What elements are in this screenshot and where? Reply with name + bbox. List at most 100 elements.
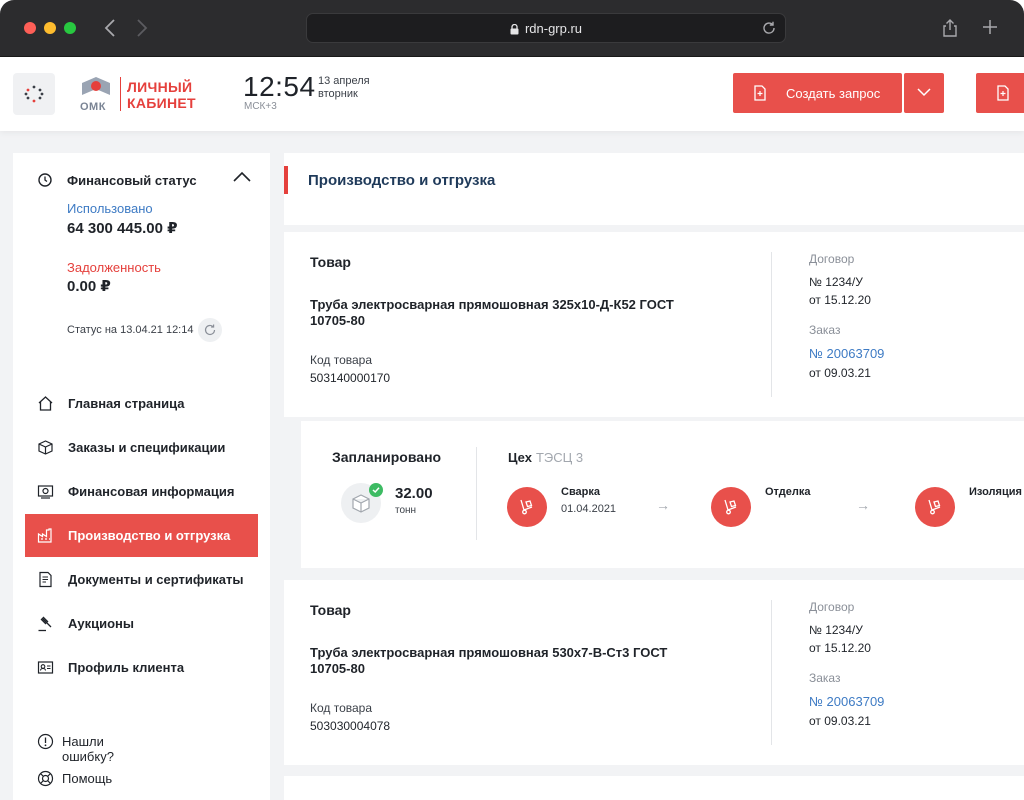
finance-icon — [37, 485, 54, 499]
order-link[interactable]: № 20063709 — [809, 694, 884, 709]
stage-date: 01.04.2021 — [561, 503, 617, 515]
sidebar-item-home[interactable]: Главная страница — [25, 382, 258, 425]
new-tab-icon[interactable] — [980, 17, 1000, 37]
help-label: Помощь — [62, 771, 113, 786]
stage-name: Сварка — [561, 486, 601, 498]
sidebar-item-profile[interactable]: Профиль клиента — [25, 646, 258, 689]
omk-logo[interactable]: ОМК ЛИЧНЫЙ КАБИНЕТ — [80, 75, 210, 115]
package-icon — [352, 494, 370, 513]
factory-icon — [37, 528, 52, 543]
stage-name: Изоляция — [969, 486, 1022, 498]
browser-toolbar: rdn-grp.ru — [0, 0, 1024, 57]
lock-icon — [510, 24, 519, 35]
address-bar[interactable]: rdn-grp.ru — [306, 13, 786, 43]
product-section-label: Товар — [310, 602, 351, 618]
sidebar-item-label: Производство и отгрузка — [68, 528, 231, 543]
create-request-dropdown-button[interactable] — [904, 73, 944, 113]
url-text: rdn-grp.ru — [524, 21, 583, 36]
order-link[interactable]: № 20063709 — [809, 346, 884, 361]
report-error-label: Нашли ошибку? — [62, 734, 114, 764]
forward-button[interactable] — [130, 14, 154, 42]
workshop-value: ТЭСЦ 3 — [535, 450, 584, 465]
sidebar-item-auctions[interactable]: Аукционы — [25, 602, 258, 645]
hand-truck-icon — [724, 499, 737, 515]
arrow-right-icon: → — [856, 497, 870, 513]
create-request-button[interactable]: Создать запрос — [733, 73, 902, 113]
product-card: Товар Труба электросварная прямошовная 5… — [284, 580, 1024, 765]
logo-line-2: КАБИНЕТ — [127, 95, 196, 111]
share-icon[interactable] — [940, 18, 960, 38]
debt-value: 0.00 ₽ — [67, 278, 111, 295]
gavel-icon — [38, 616, 52, 632]
planned-title: Запланировано — [332, 449, 442, 465]
planned-value: 32.00 — [395, 485, 433, 502]
orders-icon — [38, 440, 53, 455]
product-code: 503030004078 — [310, 719, 391, 733]
minimize-window-button[interactable] — [44, 22, 56, 34]
hand-truck-icon — [928, 499, 941, 515]
contract-number: № 1234/У — [809, 275, 863, 289]
date-text: 13 апреля — [318, 75, 370, 87]
sidebar-item-label: Профиль клиента — [68, 660, 185, 675]
production-plan-card: Запланировано 32.00 тонн Цех ТЭСЦ 3 Сварк… — [301, 421, 1024, 568]
sidebar-item-label: Финансовая информация — [68, 484, 235, 499]
debt-label: Задолженность — [67, 260, 161, 275]
chevron-up-icon[interactable] — [232, 171, 252, 183]
chevron-left-icon — [104, 19, 115, 37]
back-button[interactable] — [98, 14, 122, 42]
page-title-panel: Производство и отгрузка — [284, 153, 1024, 225]
order-label: Заказ — [809, 323, 841, 337]
stage-insulation-badge[interactable] — [915, 487, 955, 527]
sidebar-item-label: Документы и сертификаты — [68, 572, 244, 587]
profile-icon — [37, 661, 54, 674]
omk-emblem-icon — [82, 77, 110, 95]
sidebar-item-documents[interactable]: Документы и сертификаты — [25, 558, 258, 601]
contract-date: от 15.12.20 — [809, 293, 871, 307]
chevron-right-icon — [137, 19, 148, 37]
clock-icon — [38, 173, 52, 187]
workshop-label: Цех ТЭСЦ 3 — [508, 450, 583, 465]
document-plus-icon — [997, 85, 1009, 101]
refresh-status-button[interactable] — [198, 318, 222, 342]
secondary-request-button[interactable] — [976, 73, 1024, 113]
contract-number: № 1234/У — [809, 623, 863, 637]
stage-finishing-badge[interactable] — [711, 487, 751, 527]
logo-line-1: ЛИЧНЫЙ — [127, 79, 193, 95]
financial-status-title: Финансовый статус — [67, 173, 197, 188]
contract-date: от 15.12.20 — [809, 641, 871, 655]
hand-truck-icon — [520, 499, 533, 515]
used-label: Использовано — [67, 201, 153, 216]
sidebar-item-production[interactable]: Производство и отгрузка — [25, 514, 258, 557]
product-card: Товар Труба электросварная прямошовная 3… — [284, 232, 1024, 417]
browser-window: rdn-grp.ru ОМК ЛИЧНЫЙ КАБИНЕТ 12:54 МСК+… — [0, 0, 1024, 800]
arrow-right-icon: → — [656, 497, 670, 513]
sidebar: Финансовый статус Использовано 64 300 44… — [13, 153, 270, 800]
contract-label: Договор — [809, 600, 855, 614]
document-plus-icon — [754, 85, 766, 101]
status-timestamp: Статус на 13.04.21 12:14 — [67, 324, 194, 336]
reload-icon[interactable] — [761, 20, 777, 36]
used-value: 64 300 445.00 ₽ — [67, 220, 178, 237]
logo-mark-text: ОМК — [80, 101, 106, 113]
home-icon — [38, 396, 53, 411]
stage-welding-badge[interactable] — [507, 487, 547, 527]
check-icon — [369, 483, 383, 497]
chevron-down-icon — [917, 88, 931, 97]
product-card-partial — [284, 776, 1024, 800]
clock-timezone: МСК+3 — [244, 101, 277, 112]
lifebuoy-icon — [37, 770, 54, 787]
sidebar-item-finance[interactable]: Финансовая информация — [25, 470, 258, 513]
dots-grid-icon — [24, 85, 44, 103]
product-name: Труба электросварная прямошовная 325х10-… — [310, 297, 674, 328]
app-header: ОМК ЛИЧНЫЙ КАБИНЕТ 12:54 МСК+3 13 апреля… — [0, 57, 1024, 131]
sidebar-item-orders[interactable]: Заказы и спецификации — [25, 426, 258, 469]
close-window-button[interactable] — [24, 22, 36, 34]
maximize-window-button[interactable] — [64, 22, 76, 34]
product-code-label: Код товара — [310, 353, 373, 367]
apps-menu-button[interactable] — [13, 73, 55, 115]
stage-name: Отделка — [765, 486, 811, 498]
product-section-label: Товар — [310, 254, 351, 270]
create-request-label: Создать запрос — [786, 86, 881, 101]
contract-label: Договор — [809, 252, 855, 266]
product-code-label: Код товара — [310, 701, 373, 715]
